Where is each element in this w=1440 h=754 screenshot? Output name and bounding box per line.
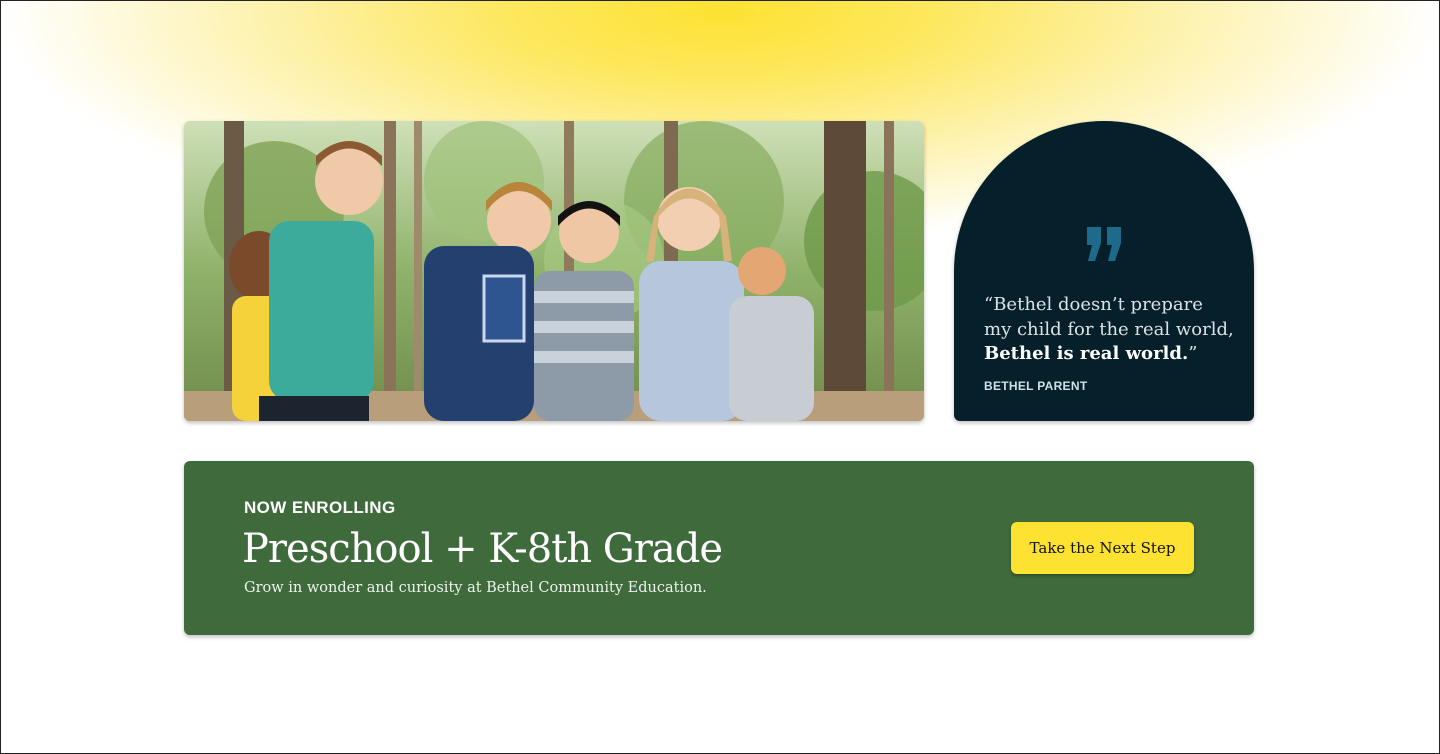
testimonial-card: “Bethel doesn’t prepare my child for the… bbox=[954, 121, 1254, 421]
testimonial-quote: “Bethel doesn’t prepare my child for the… bbox=[984, 293, 1234, 367]
testimonial-quote-close: ” bbox=[1188, 343, 1198, 364]
testimonial-quote-emphasis: Bethel is real world. bbox=[984, 343, 1189, 364]
testimonial-author: BETHEL PARENT bbox=[984, 379, 1088, 393]
children-forest-image bbox=[184, 121, 924, 421]
enrollment-banner: NOW ENROLLING Preschool + K-8th Grade Gr… bbox=[184, 461, 1254, 635]
enrollment-eyebrow: NOW ENROLLING bbox=[244, 498, 396, 517]
enrollment-title: Preschool + K-8th Grade bbox=[242, 526, 723, 572]
enrollment-subtitle: Grow in wonder and curiosity at Bethel C… bbox=[244, 580, 707, 596]
take-next-step-button[interactable]: Take the Next Step bbox=[1011, 522, 1194, 574]
quote-mark-icon bbox=[1087, 227, 1121, 261]
hero-photo bbox=[184, 121, 924, 421]
testimonial-quote-line1: “Bethel doesn’t prepare my child for the… bbox=[984, 294, 1234, 340]
